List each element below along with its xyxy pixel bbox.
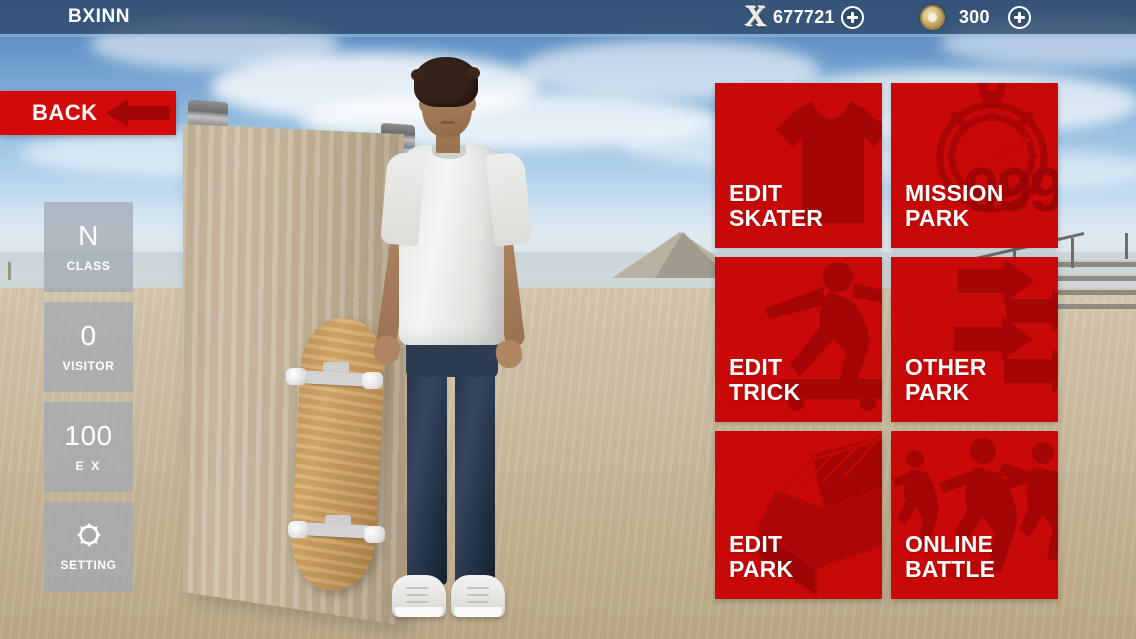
menu-tile-label: EDIT PARK <box>715 532 793 600</box>
visitor-value: 0 <box>80 322 96 350</box>
stat-class[interactable]: N CLASS <box>44 202 133 292</box>
class-label: CLASS <box>67 259 111 273</box>
rail-post <box>1125 233 1128 259</box>
setting-label: SETTING <box>60 558 116 572</box>
tile-line1: MISSION <box>905 180 1004 206</box>
tile-line1: EDIT <box>729 354 782 380</box>
main-menu-grid: EDIT SKATER 999 MISSION PARK EDIT TRICK … <box>715 83 1058 599</box>
ex-value: 100 <box>64 422 112 450</box>
character-shoe <box>451 575 505 617</box>
tile-line1: EDIT <box>729 180 782 206</box>
currency-gold: 300 <box>920 5 1031 30</box>
x-coin-icon: X <box>740 4 772 30</box>
skateboard <box>296 318 380 590</box>
gear-icon <box>76 522 102 548</box>
stat-ex[interactable]: 100 E X <box>44 402 133 492</box>
left-arrow-icon <box>106 99 170 127</box>
xcoin-value: 677721 <box>773 7 835 28</box>
tile-line2: PARK <box>729 556 793 582</box>
character-shoe <box>392 575 446 617</box>
stats-panel: N CLASS 0 VISITOR 100 E X SETTING <box>44 202 133 602</box>
add-gold-button[interactable] <box>1008 6 1031 29</box>
stat-setting[interactable]: SETTING <box>44 502 133 592</box>
tile-line1: EDIT <box>729 531 782 557</box>
tile-line2: PARK <box>905 379 969 405</box>
far-post <box>8 262 11 280</box>
skateboard-wheel <box>286 368 307 385</box>
stat-visitor[interactable]: 0 VISITOR <box>44 302 133 392</box>
currency-xcoin: X 677721 <box>740 4 864 30</box>
currency-bar: X 677721 300 <box>740 0 1031 34</box>
character-sleeve <box>380 152 426 247</box>
top-bar: BXINN X 677721 300 <box>0 0 1136 34</box>
menu-tile-label: EDIT SKATER <box>715 181 823 249</box>
app-title: BXINN <box>68 6 130 28</box>
visitor-label: VISITOR <box>63 359 115 373</box>
add-xcoin-button[interactable] <box>841 6 864 29</box>
menu-tile-mission-park[interactable]: 999 MISSION PARK <box>891 83 1058 248</box>
gold-coin-icon <box>920 5 945 30</box>
character-leg <box>407 357 447 585</box>
class-value: N <box>78 222 99 250</box>
menu-tile-label: MISSION PARK <box>891 181 1004 249</box>
skater-character <box>370 57 545 602</box>
tile-line1: OTHER <box>905 354 987 380</box>
character-mouth <box>441 121 455 124</box>
menu-tile-label: EDIT TRICK <box>715 355 800 423</box>
character-hair <box>414 57 478 107</box>
menu-tile-label: OTHER PARK <box>891 355 987 423</box>
menu-tile-online-battle[interactable]: ONLINE BATTLE <box>891 431 1058 599</box>
menu-tile-label: ONLINE BATTLE <box>891 532 995 600</box>
tile-line1: ONLINE <box>905 531 993 557</box>
back-button-label: BACK <box>32 100 98 126</box>
skateboard-wheel <box>288 521 309 538</box>
tile-line2: SKATER <box>729 205 823 231</box>
rail-post <box>1071 238 1074 268</box>
menu-tile-edit-park[interactable]: EDIT PARK <box>715 431 882 599</box>
character-leg <box>455 357 495 585</box>
tile-line2: BATTLE <box>905 556 995 582</box>
menu-tile-edit-skater[interactable]: EDIT SKATER <box>715 83 882 248</box>
ex-label: E X <box>76 459 102 473</box>
gold-value: 300 <box>959 7 990 28</box>
tile-line2: PARK <box>905 205 969 231</box>
back-button[interactable]: BACK <box>0 91 176 135</box>
tile-line2: TRICK <box>729 379 800 405</box>
menu-tile-other-park[interactable]: OTHER PARK <box>891 257 1058 422</box>
game-screen: BXINN X 677721 300 BACK N CLASS 0 VISITO… <box>0 0 1136 639</box>
menu-tile-edit-trick[interactable]: EDIT TRICK <box>715 257 882 422</box>
top-bar-underline <box>0 34 1136 37</box>
